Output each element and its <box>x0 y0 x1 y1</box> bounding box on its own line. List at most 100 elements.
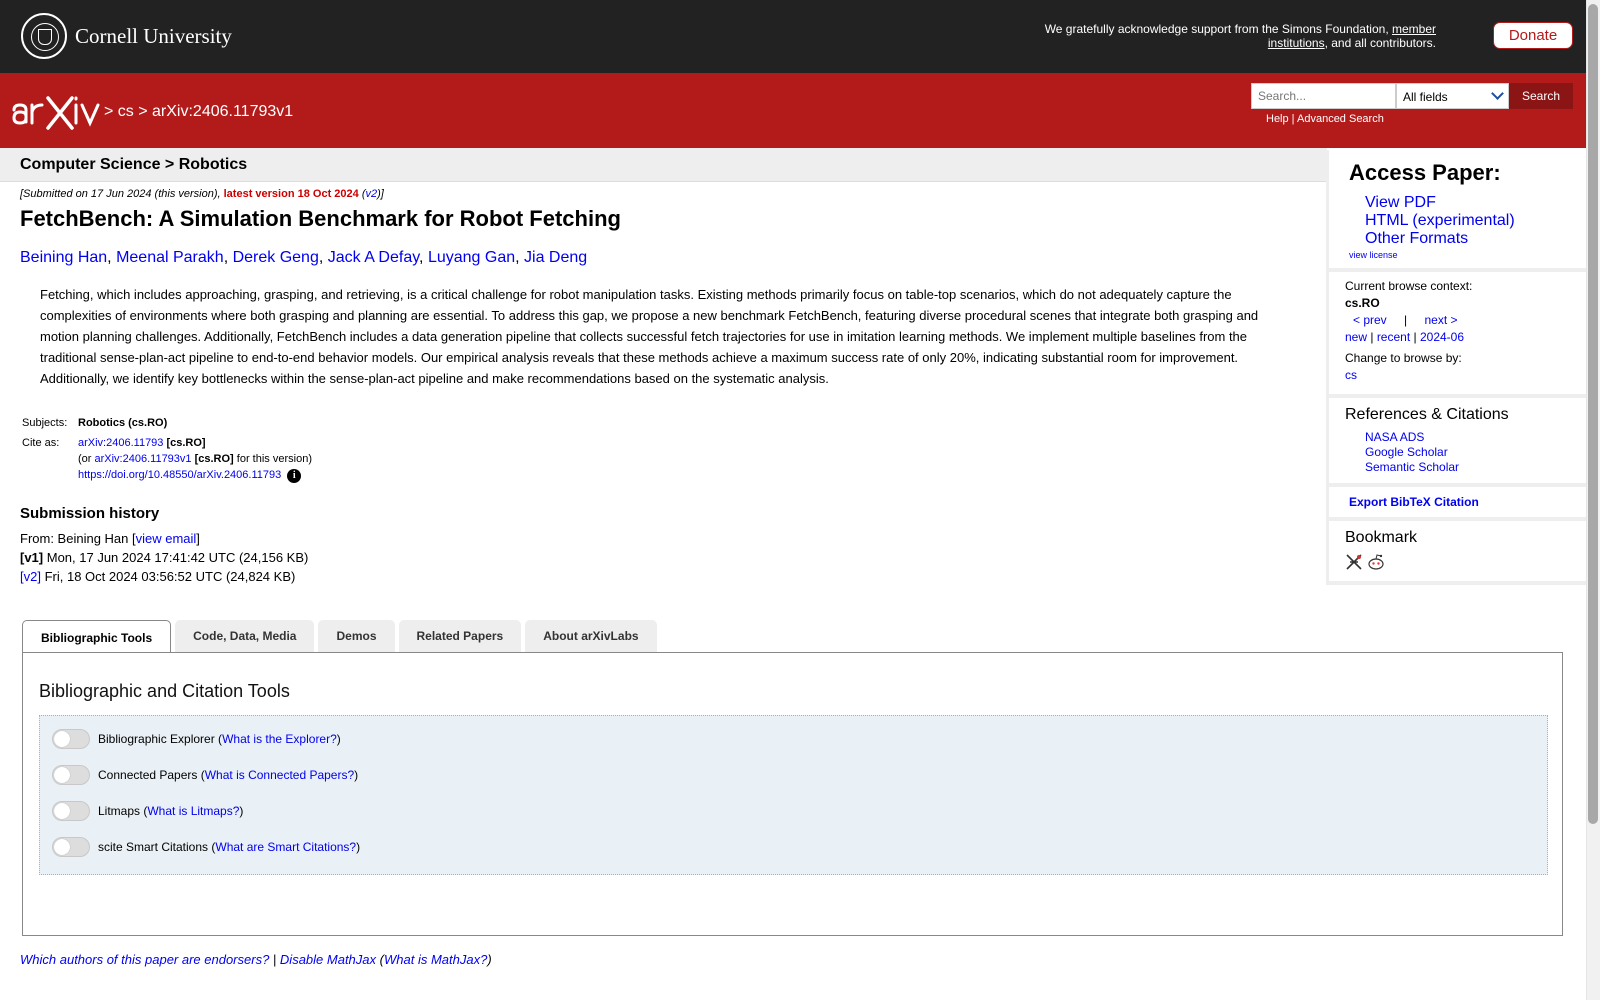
references-box: References & Citations NASA ADS Google S… <box>1326 398 1586 487</box>
info-icon[interactable]: i <box>287 469 302 483</box>
tools-box: Bibliographic Explorer (What is the Expl… <box>39 715 1548 875</box>
what-is-mathjax-link[interactable]: What is MathJax? <box>384 952 487 967</box>
toggle-knob <box>54 803 70 819</box>
tab-related-papers[interactable]: Related Papers <box>398 620 522 653</box>
view-email-link[interactable]: view email <box>136 531 197 546</box>
cite-v1-link[interactable]: arXiv:2406.11793v1 <box>95 453 192 465</box>
date-link[interactable]: 2024-06 <box>1420 330 1464 344</box>
toggle-knob <box>54 839 70 855</box>
abstract: Fetching, which includes approaching, gr… <box>40 287 1259 386</box>
semantic-scholar-link[interactable]: Semantic Scholar <box>1365 460 1459 474</box>
cornell-seal-icon <box>21 13 67 59</box>
tab-bibliographic-tools[interactable]: Bibliographic Tools <box>22 620 172 654</box>
explorer-toggle[interactable] <box>52 729 90 749</box>
export-bibtex-link[interactable]: Export BibTeX Citation <box>1349 495 1479 509</box>
sidebar: Access Paper: View PDF HTML (experimenta… <box>1326 150 1586 585</box>
author-link[interactable]: Jack A Defay <box>328 249 419 266</box>
tab-about-arxivlabs[interactable]: About arXivLabs <box>525 620 657 653</box>
access-paper-box: Access Paper: View PDF HTML (experimenta… <box>1326 150 1586 272</box>
next-link[interactable]: next > <box>1425 313 1458 327</box>
tab-demos[interactable]: Demos <box>318 620 395 653</box>
donate-button[interactable]: Donate <box>1493 22 1573 49</box>
search-field-select[interactable]: All fields <box>1396 83 1509 109</box>
submission-history: From: Beining Han [view email] [v1] Mon,… <box>20 531 309 584</box>
paper-title: FetchBench: A Simulation Benchmark for R… <box>20 206 621 231</box>
subjects-label: Subjects: <box>22 417 68 429</box>
arxiv-header: > cs > arXiv:2406.11793v1 All fields Sea… <box>0 73 1586 148</box>
author-link[interactable]: Jia Deng <box>524 249 587 266</box>
bookmark-heading: Bookmark <box>1345 529 1418 546</box>
help-link[interactable]: Help <box>1266 113 1289 125</box>
endorsers-link[interactable]: Which authors of this paper are endorser… <box>20 952 269 967</box>
browse-context-box: Current browse context: cs.RO < prev | n… <box>1326 272 1586 398</box>
v2-link[interactable]: v2 <box>366 188 378 200</box>
breadcrumb-cs[interactable]: cs <box>118 103 134 120</box>
access-paper-heading: Access Paper: <box>1349 160 1501 185</box>
author-link[interactable]: Beining Han <box>20 249 107 266</box>
other-formats-link[interactable]: Other Formats <box>1365 230 1468 247</box>
subject-breadcrumb: Computer Science > Robotics <box>20 156 248 173</box>
prev-link[interactable]: < prev <box>1353 313 1387 327</box>
view-pdf-link[interactable]: View PDF <box>1365 194 1436 211</box>
recent-link[interactable]: recent <box>1377 330 1410 344</box>
what-is-connected-papers-link[interactable]: What is Connected Papers? <box>205 768 354 782</box>
doi-link[interactable]: https://doi.org/10.48550/arXiv.2406.1179… <box>78 469 281 481</box>
connected-papers-toggle[interactable] <box>52 765 90 785</box>
search-button[interactable]: Search <box>1509 83 1573 109</box>
breadcrumb: > cs > arXiv:2406.11793v1 <box>104 103 294 120</box>
v1-label: [v1] <box>20 550 44 565</box>
browse-context-label: Current browse context: <box>1345 279 1473 293</box>
reddit-icon[interactable] <box>1367 553 1385 571</box>
change-browse-label: Change to browse by: <box>1345 351 1462 365</box>
access-links: View PDF HTML (experimental) Other Forma… <box>1329 186 1586 248</box>
author-link[interactable]: Derek Geng <box>233 249 319 266</box>
what-is-explorer-link[interactable]: What is the Explorer? <box>222 732 337 746</box>
new-link[interactable]: new <box>1345 330 1367 344</box>
references-heading: References & Citations <box>1345 406 1509 423</box>
toggle-knob <box>54 767 70 783</box>
top-banner: Cornell University We gratefully acknowl… <box>0 0 1586 73</box>
arxiv-logo[interactable] <box>10 92 102 130</box>
tools-heading: Bibliographic and Citation Tools <box>39 681 290 701</box>
support-text: We gratefully acknowledge support from t… <box>1044 22 1436 50</box>
metadata-table: Subjects: Robotics (cs.RO) Cite as: arXi… <box>20 413 314 485</box>
footer-links: Which authors of this paper are endorser… <box>20 952 492 967</box>
google-scholar-link[interactable]: Google Scholar <box>1365 445 1448 459</box>
tool-row-scite: scite Smart Citations (What are Smart Ci… <box>52 837 360 857</box>
cite-id-link[interactable]: arXiv:2406.11793 <box>78 437 163 449</box>
scrollbar-thumb[interactable] <box>1588 4 1598 824</box>
view-license-link[interactable]: view license <box>1349 250 1398 260</box>
cite-label: Cite as: <box>22 437 60 449</box>
subject-header: Computer Science > Robotics <box>0 148 1327 182</box>
what-is-litmaps-link[interactable]: What is Litmaps? <box>147 804 239 818</box>
cornell-name: Cornell University <box>75 23 232 48</box>
search-input[interactable] <box>1251 83 1396 109</box>
help-links: Help | Advanced Search <box>1266 113 1384 125</box>
nasa-ads-link[interactable]: NASA ADS <box>1365 430 1424 444</box>
advanced-search-link[interactable]: Advanced Search <box>1297 113 1384 125</box>
browse-context-value: cs.RO <box>1345 296 1380 310</box>
disable-mathjax-link[interactable]: Disable MathJax <box>280 952 376 967</box>
tool-row-litmaps: Litmaps (What is Litmaps?) <box>52 801 243 821</box>
bibtex-box: Export BibTeX Citation <box>1326 487 1586 521</box>
scite-toggle[interactable] <box>52 837 90 857</box>
toggle-knob <box>54 731 70 747</box>
author-link[interactable]: Meenal Parakh <box>116 249 224 266</box>
tab-panel: Bibliographic and Citation Tools Bibliog… <box>22 652 1563 936</box>
html-experimental-link[interactable]: HTML (experimental) <box>1365 212 1515 229</box>
litmaps-toggle[interactable] <box>52 801 90 821</box>
chevron-down-icon <box>1491 87 1504 100</box>
bibsonomy-icon[interactable] <box>1345 553 1363 571</box>
subjects-value: Robotics (cs.RO) <box>78 417 168 429</box>
breadcrumb-paper-id: arXiv:2406.11793v1 <box>152 103 294 120</box>
cornell-logo[interactable]: Cornell University <box>21 13 232 59</box>
browse-cs-link[interactable]: cs <box>1345 368 1357 382</box>
authors-list: Beining Han, Meenal Parakh, Derek Geng, … <box>20 249 588 266</box>
what-are-smart-citations-link[interactable]: What are Smart Citations? <box>215 840 356 854</box>
tool-row-explorer: Bibliographic Explorer (What is the Expl… <box>52 729 341 749</box>
submission-dateline: [Submitted on 17 Jun 2024 (this version)… <box>20 188 384 200</box>
author-link[interactable]: Luyang Gan <box>428 249 515 266</box>
v2-history-link[interactable]: [v2] <box>20 569 41 584</box>
tab-code-data-media[interactable]: Code, Data, Media <box>175 620 315 653</box>
tool-row-connected-papers: Connected Papers (What is Connected Pape… <box>52 765 358 785</box>
